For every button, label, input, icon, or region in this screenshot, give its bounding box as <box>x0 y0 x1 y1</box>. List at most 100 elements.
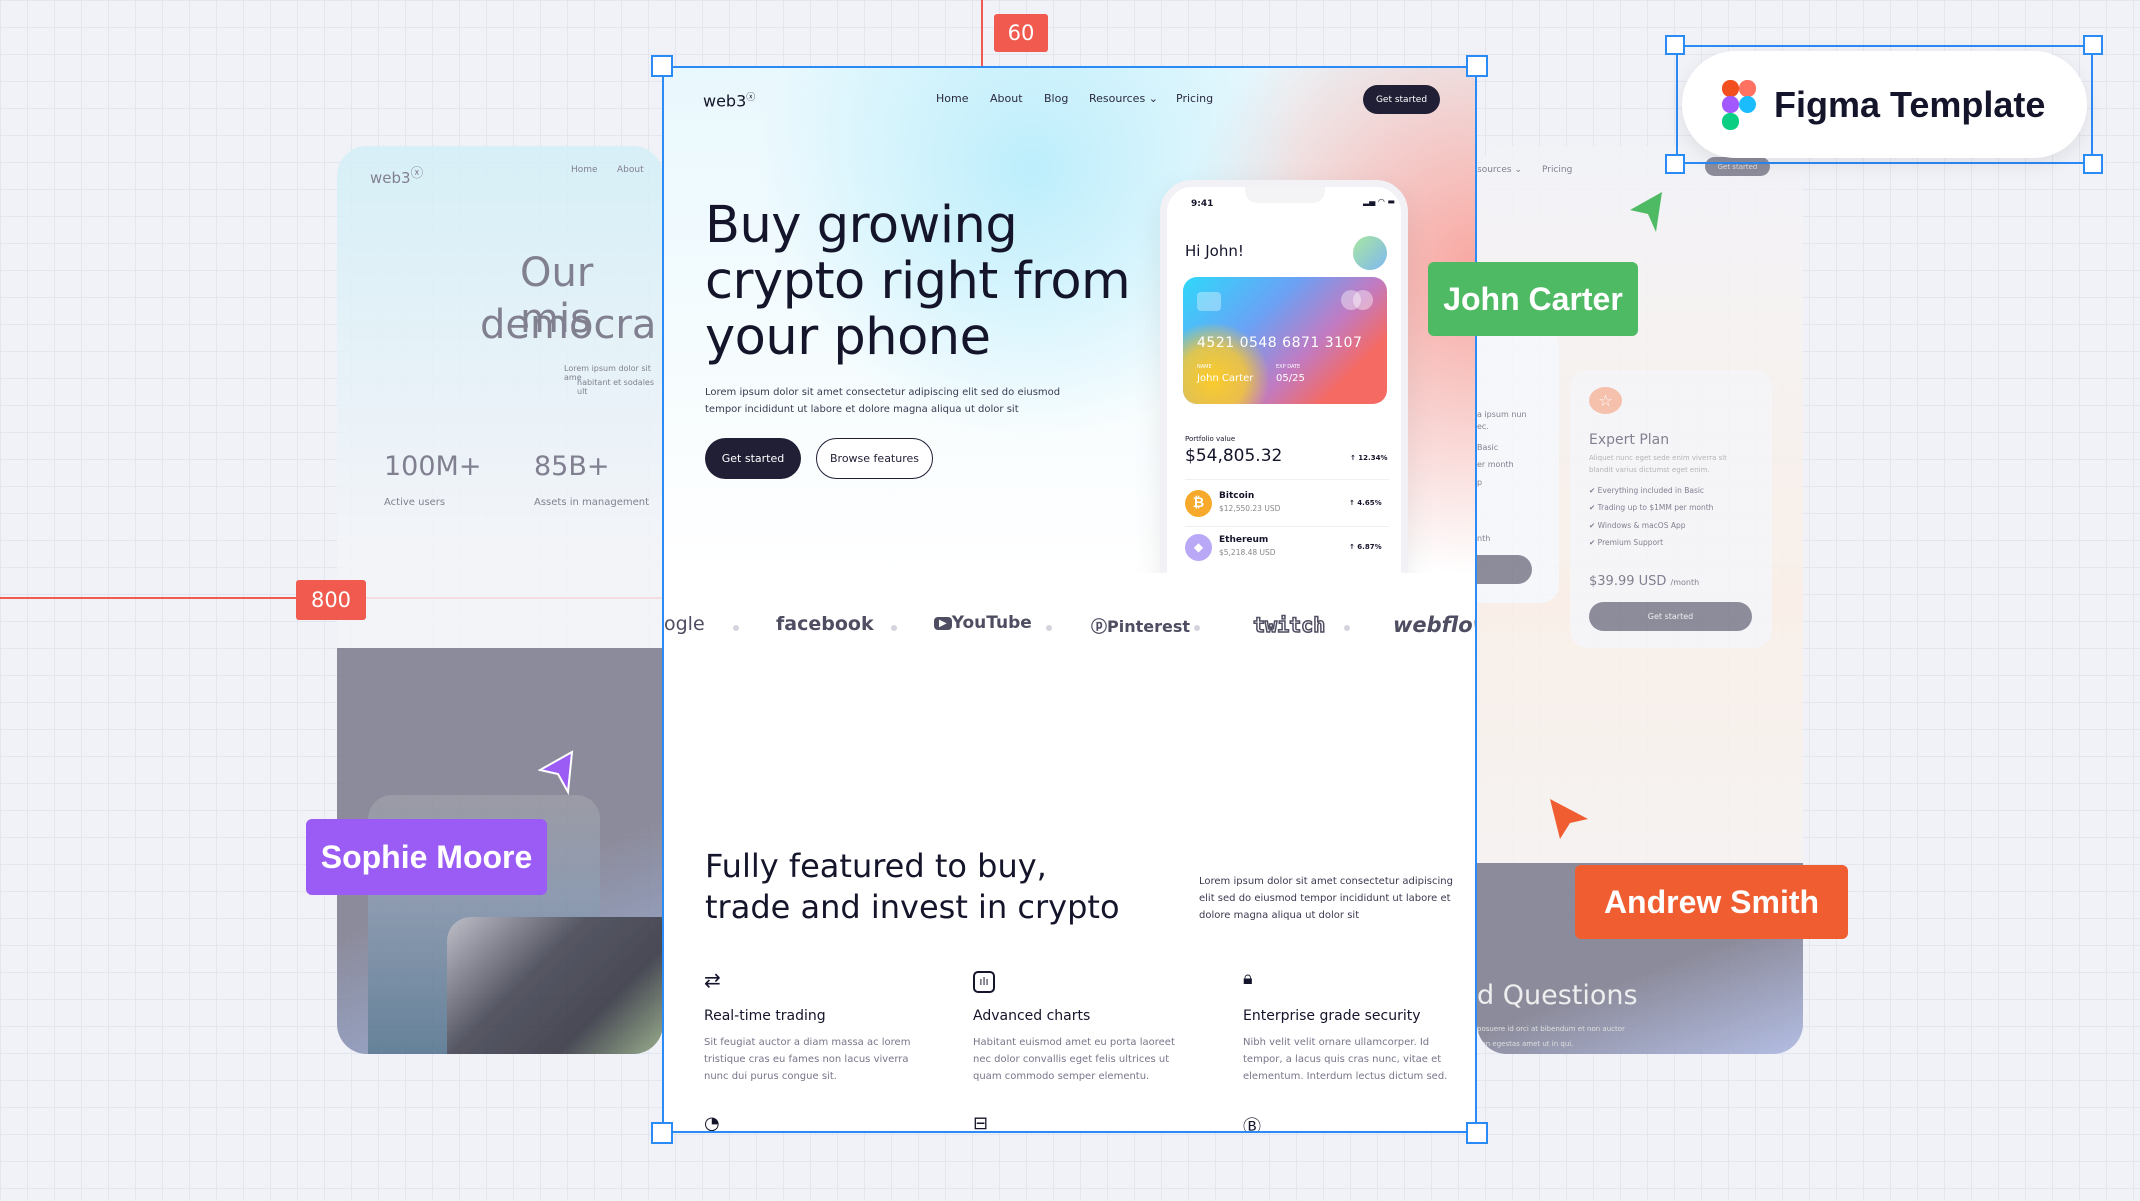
phone-mockup: 9:41 ▂▄ ◠ ▬ Hi John! 4521 0548 6871 3107… <box>1160 180 1408 640</box>
portfolio-change: ↑ 12.34% <box>1350 454 1388 462</box>
badge-handle[interactable] <box>1665 35 1685 55</box>
star-icon: ☆ <box>1589 387 1622 414</box>
pinterest-icon: ⓟ <box>1091 617 1108 636</box>
divider <box>1185 526 1389 527</box>
stat-value: 85B+ <box>534 451 610 482</box>
left-nav-home: Home <box>571 165 598 175</box>
card-holder-name: John Carter <box>1197 373 1254 384</box>
youtube-logo: ▶ YouTube <box>934 613 1032 633</box>
browse-features-button[interactable]: Browse features <box>816 438 933 479</box>
greeting: Hi John! <box>1185 242 1244 260</box>
chip-icon <box>1197 292 1221 311</box>
plan-feature: ✔ Everything included in Basic <box>1589 486 1705 495</box>
partial-text: a ipsum nun <box>1477 410 1527 419</box>
credit-card: 4521 0548 6871 3107 NAME John Carter EXP… <box>1183 277 1387 404</box>
partial-button <box>1477 555 1532 584</box>
partial-text: er month <box>1477 460 1514 469</box>
asset-row-ethereum: ◆ Ethereum $5,218.48 USD ↑ 6.87% <box>1185 534 1389 564</box>
partial-text: ec. <box>1477 422 1489 431</box>
partial-text: Basic <box>1477 443 1499 452</box>
feature-desc: Habitant euismod amet eu porta laoreet n… <box>973 1037 1175 1082</box>
portfolio-value: $54,805.32 <box>1185 446 1283 466</box>
status-time: 9:41 <box>1191 199 1214 209</box>
figma-badge-label: Figma Template <box>1774 83 2046 125</box>
get-started-button[interactable]: Get started <box>705 438 801 479</box>
plan-feature: ✔ Windows & macOS App <box>1589 521 1686 530</box>
section-text: Lorem ipsum dolor sit amet consectetur a… <box>1199 876 1453 921</box>
main-page-frame[interactable]: web3ⓧ Home About Blog Resources ⌄ Pricin… <box>662 66 1477 1133</box>
feature-title: Real-time trading <box>704 1008 826 1024</box>
chevron-down-icon: ⌄ <box>1148 92 1158 105</box>
lock-icon: 🔒︎ <box>1243 968 1253 989</box>
nav-get-started-button[interactable]: Get started <box>1363 85 1440 114</box>
facebook-logo: facebook <box>776 613 874 635</box>
feature-desc: Sit feugiat auctor a diam massa ac lorem… <box>704 1037 911 1082</box>
cursor-icon-green <box>1630 192 1662 232</box>
badge-handle[interactable] <box>2083 35 2103 55</box>
status-icons: ▂▄ ◠ ▬ <box>1363 197 1395 206</box>
resize-handle-top-right[interactable] <box>1466 55 1488 77</box>
webflow-logo: webflow <box>1393 613 1475 637</box>
john-carter-tag: John Carter <box>1428 262 1638 336</box>
guide-label-top: 60 <box>994 14 1048 52</box>
badge-handle[interactable] <box>2083 154 2103 174</box>
pinterest-logo: ⓟPinterest <box>1091 617 1191 636</box>
resize-handle-bottom-right[interactable] <box>1466 1122 1488 1144</box>
asset-name: Ethereum <box>1219 535 1269 545</box>
hero-title: Buy growing crypto right from your phone <box>705 196 1131 367</box>
asset-value: $12,550.23 USD <box>1219 504 1281 513</box>
nav-resources[interactable]: Resources ⌄ <box>1089 92 1158 105</box>
stat-label: Active users <box>384 497 446 508</box>
partial-text: nth <box>1477 534 1491 543</box>
faq-title: d Questions <box>1477 980 1638 1011</box>
plan-feature: ✔ Premium Support <box>1589 538 1664 547</box>
feature-title: Enterprise grade security <box>1243 1008 1421 1024</box>
arrows-exchange-icon: ⇄ <box>704 968 721 992</box>
divider <box>1185 479 1389 480</box>
plan-desc: Aliquet nunc eget sede enim viverra sit <box>1589 454 1727 462</box>
logo-strip: ogle facebook ▶ YouTube ⓟPinterest twitch… <box>664 573 1475 678</box>
site-logo[interactable]: web3ⓧ <box>703 90 755 110</box>
youtube-play-icon: ▶ <box>934 617 952 630</box>
figma-template-badge: Figma Template <box>1676 45 2093 164</box>
section-title: Fully featured to buy, trade and invest i… <box>705 847 1120 926</box>
pie-chart-icon: ◔ <box>704 1113 720 1133</box>
plan-cta: Get started <box>1589 602 1752 631</box>
bitcoin-outline-icon: Ⓑ <box>1243 1117 1261 1133</box>
separator-dot <box>1194 625 1200 631</box>
nav-about[interactable]: About <box>990 92 1023 105</box>
ethereum-icon: ◆ <box>1185 534 1212 561</box>
left-logo: web3ⓧ <box>370 165 424 187</box>
separator-dot <box>733 625 739 631</box>
card-name-label: NAME <box>1197 364 1212 370</box>
nav-home[interactable]: Home <box>936 92 968 105</box>
cursor-icon-orange <box>1550 799 1588 839</box>
left-background-page: web3ⓧ Home About Our mis democra Lorem i… <box>337 146 663 1054</box>
nav-blog[interactable]: Blog <box>1044 92 1068 105</box>
resize-handle-top-left[interactable] <box>651 55 673 77</box>
separator-dot <box>1046 625 1052 631</box>
partial-pricing-card: a ipsum nun ec. Basic er month p nth <box>1477 327 1559 603</box>
portfolio-label: Portfolio value <box>1185 435 1236 443</box>
asset-name: Bitcoin <box>1219 491 1255 501</box>
plan-desc: blandit varius dictumst eget enim. <box>1589 466 1710 474</box>
nav-pricing[interactable]: Pricing <box>1176 92 1213 105</box>
resize-handle-bottom-left[interactable] <box>651 1122 673 1144</box>
stat-value: 100M+ <box>384 451 482 482</box>
briefcase-icon: ⊟ <box>973 1113 989 1133</box>
separator-dot <box>1344 625 1350 631</box>
sophie-moore-tag: Sophie Moore <box>306 819 547 895</box>
separator-dot <box>891 625 897 631</box>
partial-text: p <box>1477 478 1483 487</box>
badge-handle[interactable] <box>1665 154 1685 174</box>
plan-title: Expert Plan <box>1589 432 1670 448</box>
asset-value: $5,218.48 USD <box>1219 548 1276 557</box>
bitcoin-icon: ₿ <box>1185 490 1212 517</box>
left-nav-about: About <box>617 165 644 175</box>
card-number: 4521 0548 6871 3107 <box>1197 335 1363 351</box>
figma-logo-icon <box>1722 79 1756 130</box>
asset-change: ↑ 6.87% <box>1349 543 1382 551</box>
plan-price: $39.99 USD /month <box>1589 574 1700 589</box>
andrew-smith-tag: Andrew Smith <box>1575 865 1848 939</box>
faq-text: non egestas amet ut in qui. <box>1477 1040 1574 1048</box>
